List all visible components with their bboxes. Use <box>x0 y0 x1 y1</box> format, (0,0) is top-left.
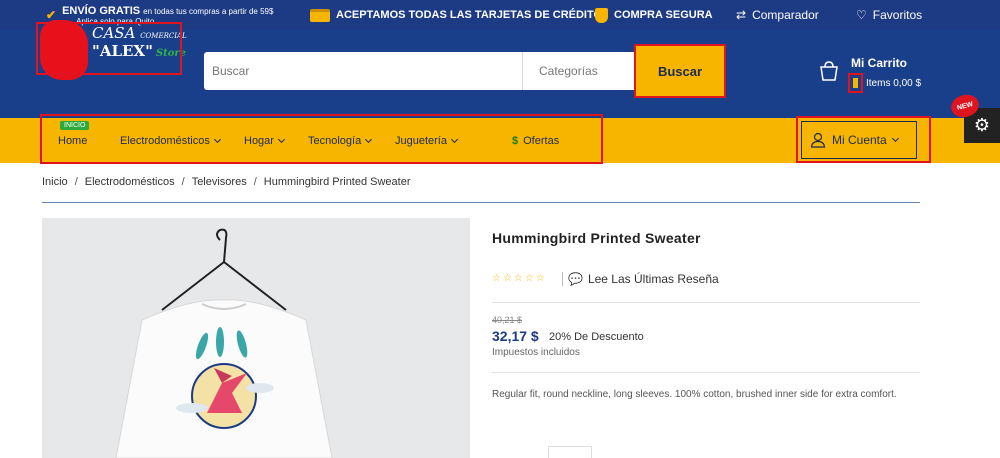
product-title: Hummingbird Printed Sweater <box>492 230 701 246</box>
compare-link[interactable]: ⇄ Comparador <box>736 0 819 30</box>
read-reviews-link[interactable]: 💬 Lee Las Últimas Reseña <box>568 272 719 286</box>
cards-text: ACEPTAMOS TODAS LAS TARJETAS DE CRÉDITO <box>336 9 603 21</box>
breadcrumb: Inicio / Electrodomésticos / Televisores / … <box>42 176 411 188</box>
heart-icon: ♡ <box>856 8 867 22</box>
rating-divider <box>562 272 563 286</box>
product-image[interactable] <box>42 218 470 458</box>
current-price: 32,17 $ <box>492 328 539 344</box>
breadcrumb-electrodomesticos[interactable]: Electrodomésticos <box>85 176 175 188</box>
compare-label: Comparador <box>752 8 819 22</box>
category-label: Categorías <box>539 64 598 78</box>
breadcrumb-divider <box>42 202 920 203</box>
price-divider <box>492 372 920 373</box>
account-highlight <box>796 116 931 163</box>
compare-icon: ⇄ <box>736 8 747 22</box>
logo-highlight <box>36 22 182 75</box>
reviews-label: Lee Las Últimas Reseña <box>587 272 719 286</box>
product-divider <box>492 302 920 303</box>
secure-text: COMPRA SEGURA <box>614 9 713 21</box>
breadcrumb-current: Hummingbird Printed Sweater <box>263 176 411 188</box>
old-price: 40,21 $ <box>492 315 523 325</box>
favorites-label: Favoritos <box>872 8 923 22</box>
cart-summary[interactable]: Items 0,00 $ <box>848 73 921 93</box>
credit-card-icon <box>310 8 330 22</box>
shield-icon <box>595 7 608 23</box>
shipping-text: en todas tus compras a partir de 59$ <box>143 6 274 16</box>
shopping-bag-icon[interactable] <box>818 60 840 82</box>
search-button-label: Buscar <box>657 63 703 79</box>
cart-count-highlight <box>848 73 863 93</box>
nav-highlight <box>40 114 603 164</box>
search-bar: Categorías <box>204 52 634 90</box>
shipping-title: ENVÍO GRATIS <box>62 4 141 17</box>
cards-notice: ACEPTAMOS TODAS LAS TARJETAS DE CRÉDITO <box>310 0 602 30</box>
search-input[interactable] <box>204 52 522 90</box>
quantity-input[interactable] <box>548 446 592 458</box>
secure-notice: COMPRA SEGURA <box>595 0 713 30</box>
cart-title[interactable]: Mi Carrito <box>851 56 907 70</box>
comments-icon: 💬 <box>568 272 583 286</box>
discount-label: 20% De Descuento <box>549 331 644 343</box>
breadcrumb-televisores[interactable]: Televisores <box>192 176 247 188</box>
breadcrumb-inicio[interactable]: Inicio <box>42 176 68 188</box>
favorites-link[interactable]: ♡ Favoritos <box>856 0 922 30</box>
rating-stars[interactable]: ☆☆☆☆☆ <box>492 273 547 284</box>
tax-note: Impuestos incluidos <box>492 347 580 358</box>
category-select[interactable]: Categorías <box>522 52 634 90</box>
cart-items-text: Items 0,00 $ <box>866 77 922 89</box>
product-description: Regular fit, round neckline, long sleeve… <box>492 389 897 400</box>
sweater-illustration <box>115 228 333 458</box>
search-button[interactable]: Buscar <box>634 44 726 98</box>
